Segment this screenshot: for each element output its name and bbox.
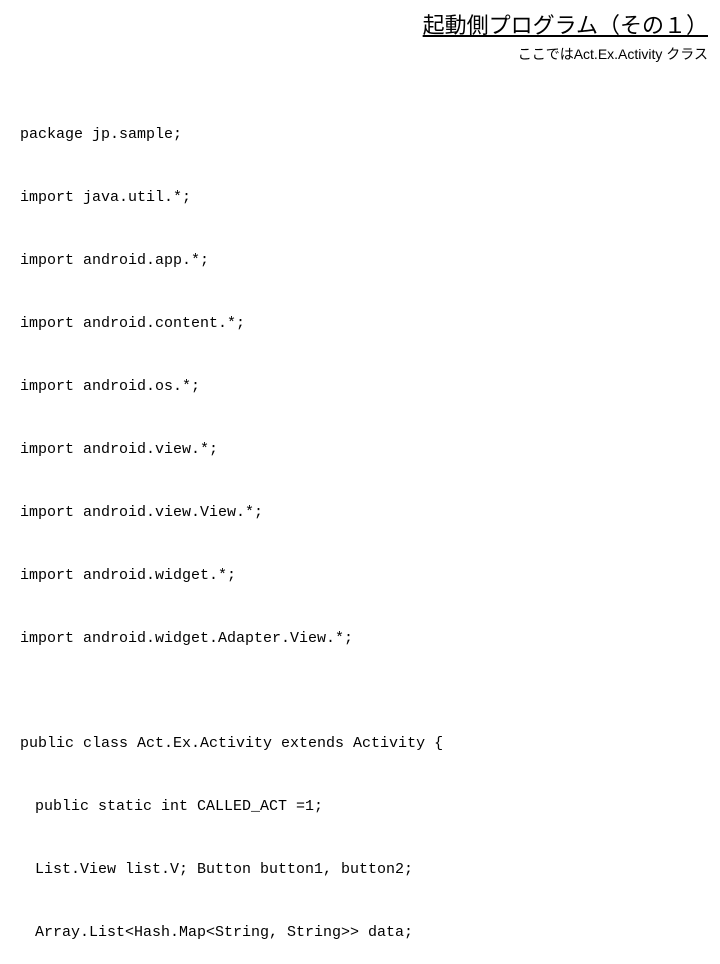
code-line: public class Act.Ex.Activity extends Act… [20,733,720,754]
page-subtitle: ここではAct.Ex.Activity クラス [0,40,708,64]
page-title: 起動側プログラム（その１） [0,8,708,40]
code-line: public static int CALLED_ACT =1; [20,796,720,817]
code-line: package jp.sample; [20,124,720,145]
code-line: import java.util.*; [20,187,720,208]
code-line: import android.view.View.*; [20,502,720,523]
code-line: import android.widget.Adapter.View.*; [20,628,720,649]
code-line: import android.content.*; [20,313,720,334]
code-line: import android.app.*; [20,250,720,271]
code-line: Array.List<Hash.Map<String, String>> dat… [20,922,720,943]
code-line: import android.view.*; [20,439,720,460]
code-line: List.View list.V; Button button1, button… [20,859,720,880]
header: 起動側プログラム（その１） ここではAct.Ex.Activity クラス [0,0,720,64]
code-block: package jp.sample; import java.util.*; i… [0,64,720,964]
code-line: import android.widget.*; [20,565,720,586]
code-line: import android.os.*; [20,376,720,397]
